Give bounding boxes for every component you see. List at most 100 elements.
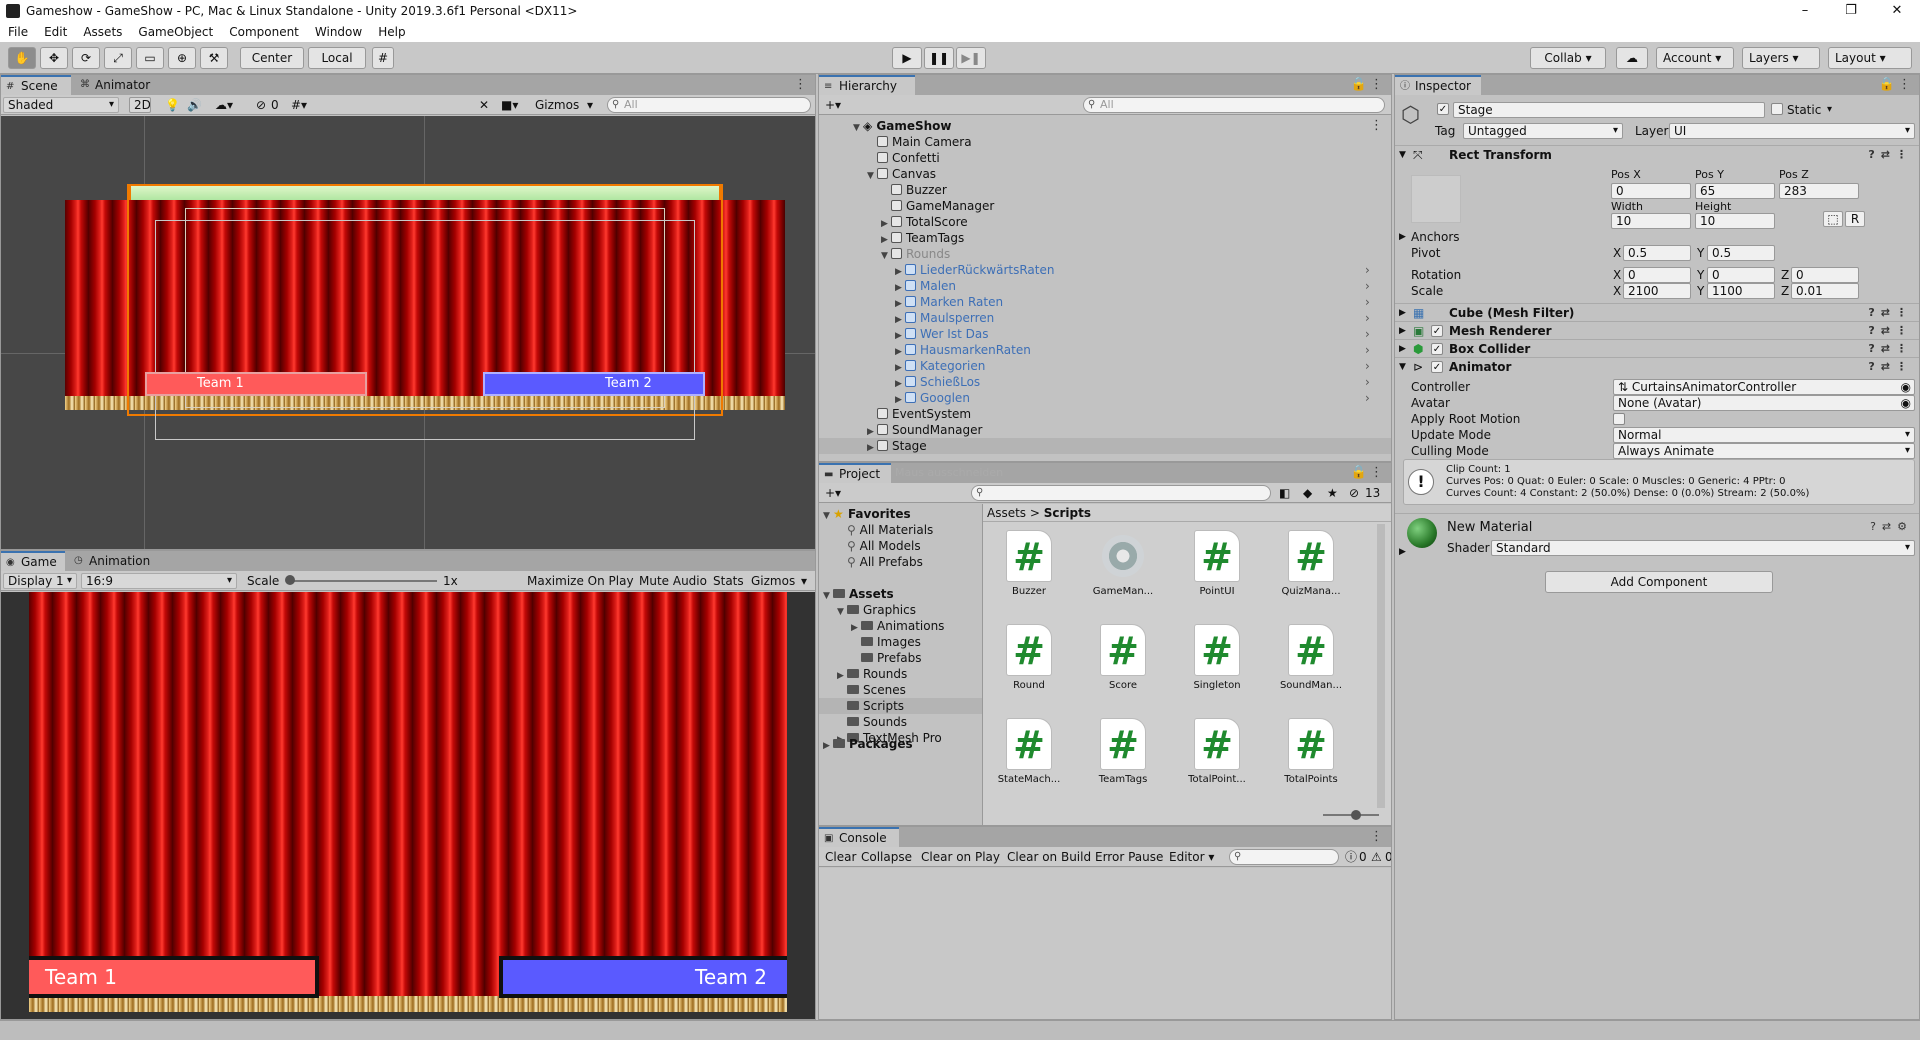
close-button[interactable]: ✕ (1874, 0, 1920, 22)
breadcrumb-assets[interactable]: Assets (987, 506, 1026, 520)
chevron-right-icon[interactable]: › (1365, 358, 1370, 374)
hierarchy-item[interactable]: GameManager (881, 198, 994, 214)
tab-animator[interactable]: ⌘ Animator (75, 75, 165, 95)
folder-item[interactable]: Images (851, 634, 921, 650)
tools-icon[interactable]: ✕ (479, 95, 489, 115)
filter-type-icon[interactable]: ◧ (1279, 483, 1290, 503)
chevron-right-icon[interactable]: › (1365, 390, 1370, 406)
component-actions-icon[interactable]: ?⇄⋮ (1868, 358, 1913, 376)
game-gizmos-toggle[interactable]: Gizmos (751, 571, 795, 591)
animator-enabled-checkbox[interactable]: ✓ (1431, 361, 1443, 373)
component-actions-icon[interactable]: ?⇄⋮ (1868, 304, 1913, 322)
tab-project[interactable]: ▬ Project (819, 463, 891, 483)
folder-item[interactable]: Sounds (837, 714, 907, 730)
tab-inspector[interactable]: ⓘ Inspector (1395, 75, 1481, 95)
shader-dropdown[interactable]: Standard (1491, 540, 1915, 556)
pivot-center-button[interactable]: Center (240, 47, 304, 69)
panel-menu-icon[interactable]: ⋮ (1370, 77, 1383, 92)
material-actions-icon[interactable]: ?⇄⚙ (1870, 520, 1913, 533)
expand-arrow-icon[interactable]: ▼ (823, 508, 833, 524)
scale-slider[interactable] (287, 580, 437, 582)
console-log[interactable] (819, 868, 1391, 1019)
minimize-button[interactable]: – (1782, 0, 1828, 22)
folder-item[interactable]: Scripts (819, 698, 982, 714)
width-field[interactable]: 10 (1611, 213, 1691, 229)
tab-console[interactable]: ▣ Console (819, 827, 899, 847)
script-asset[interactable]: # TotalPoint... (1181, 718, 1253, 785)
folder-item[interactable]: ▶ Rounds (837, 666, 907, 682)
posx-field[interactable]: 0 (1611, 183, 1691, 199)
chevron-right-icon[interactable]: › (1365, 374, 1370, 390)
hierarchy-item[interactable]: ▶ TeamTags (881, 230, 964, 246)
hidden-objects-icon[interactable]: ⊘ (256, 95, 266, 115)
folder-item[interactable]: ▶ Packages (823, 736, 913, 752)
script-asset[interactable]: # PointUI (1181, 530, 1253, 597)
height-field[interactable]: 10 (1695, 213, 1775, 229)
hierarchy-item[interactable]: Main Camera (867, 134, 972, 150)
lock-icon[interactable]: 🔒 (1351, 465, 1367, 480)
step-button[interactable]: ▶❚ (956, 47, 986, 69)
filter-label-icon[interactable]: ◆ (1303, 483, 1312, 503)
expand-arrow-icon[interactable]: ▶ (1399, 304, 1406, 322)
component-actions-icon[interactable]: ?⇄⋮ (1868, 322, 1913, 340)
lock-icon[interactable]: 🔒 (1879, 77, 1895, 92)
avatar-field[interactable]: None (Avatar) ◉ (1613, 395, 1915, 411)
pivot-x-field[interactable]: 0.5 (1623, 245, 1691, 261)
display-dropdown[interactable]: Display 1 (3, 573, 77, 589)
folder-item[interactable]: ▼ Graphics (837, 602, 916, 618)
update-mode-dropdown[interactable]: Normal (1613, 427, 1915, 443)
mesh-renderer-enabled-checkbox[interactable]: ✓ (1431, 325, 1443, 337)
rect-tool-icon[interactable]: ▭ (136, 47, 164, 69)
folder-item[interactable]: ▶ Animations (851, 618, 944, 634)
rotation-z-field[interactable]: 0 (1791, 267, 1859, 283)
project-search-input[interactable] (971, 485, 1271, 501)
menu-assets[interactable]: Assets (75, 25, 130, 39)
snap-grid-icon[interactable]: # (372, 47, 394, 69)
menu-window[interactable]: Window (307, 25, 370, 39)
posz-field[interactable]: 283 (1779, 183, 1859, 199)
audio-icon[interactable]: 🔊 (187, 95, 202, 115)
scale-x-field[interactable]: 2100 (1623, 283, 1691, 299)
maximize-button[interactable]: ❐ (1828, 0, 1874, 22)
scene-search-input[interactable]: All (607, 97, 811, 113)
favorite-item[interactable]: ⚲ All Materials (847, 522, 933, 538)
mesh-renderer-header[interactable]: ▶ ▣ ✓ Mesh Renderer ?⇄⋮ (1395, 321, 1919, 339)
tag-dropdown[interactable]: Untagged (1463, 123, 1623, 139)
hierarchy-item[interactable]: ▶ Googlen › (895, 390, 1370, 406)
collab-button[interactable]: Collab ▾ (1530, 47, 1606, 69)
icon-size-slider-handle[interactable] (1351, 810, 1361, 820)
hierarchy-item[interactable]: ▶ Kategorien › (895, 358, 1370, 374)
pivot-y-field[interactable]: 0.5 (1707, 245, 1775, 261)
hierarchy-item[interactable]: ▶ SoundManager (867, 422, 982, 438)
clear-on-play-toggle[interactable]: Clear on Play (921, 847, 1000, 867)
hierarchy-item[interactable]: ▶ SchießLos › (895, 374, 1370, 390)
hierarchy-item[interactable]: ▶ HausmarkenRaten › (895, 342, 1370, 358)
pivot-local-button[interactable]: Local (308, 47, 366, 69)
expand-arrow-icon[interactable]: ▶ (823, 738, 833, 754)
rotation-y-field[interactable]: 0 (1707, 267, 1775, 283)
scale-z-field[interactable]: 0.01 (1791, 283, 1859, 299)
hierarchy-item[interactable]: ▶ Marken Raten › (895, 294, 1370, 310)
expand-arrow-icon[interactable]: ▼ (853, 120, 863, 136)
scale-slider-handle[interactable] (285, 575, 295, 585)
play-button[interactable]: ▶ (892, 47, 922, 69)
warning-icon[interactable]: ⚠ (1371, 847, 1382, 867)
console-search-input[interactable] (1229, 849, 1339, 865)
tab-animation[interactable]: ◷ Animation (69, 551, 165, 571)
menu-file[interactable]: File (0, 25, 36, 39)
expand-arrow-icon[interactable]: ▶ (1399, 322, 1406, 340)
menu-gameobject[interactable]: GameObject (130, 25, 221, 39)
hierarchy-item[interactable]: ▶ Maulsperren › (895, 310, 1370, 326)
hierarchy-item[interactable]: Buzzer (881, 182, 947, 198)
collapse-arrow-icon[interactable]: ▼ (1399, 358, 1406, 376)
scene-root-row[interactable]: ▼ ◈ GameShow (853, 118, 952, 134)
shading-mode-dropdown[interactable]: Shaded (3, 97, 119, 113)
static-dropdown-icon[interactable]: ▾ (1827, 102, 1832, 118)
chevron-right-icon[interactable]: › (1365, 294, 1370, 310)
chevron-right-icon[interactable]: › (1365, 262, 1370, 278)
chevron-right-icon[interactable]: › (1365, 326, 1370, 342)
favorites-row[interactable]: ▼ ★ Favorites (823, 506, 911, 522)
stats-toggle[interactable]: Stats (713, 571, 744, 591)
object-picker-icon[interactable]: ◉ (1901, 396, 1911, 410)
script-asset[interactable]: GameMan... (1087, 530, 1159, 597)
